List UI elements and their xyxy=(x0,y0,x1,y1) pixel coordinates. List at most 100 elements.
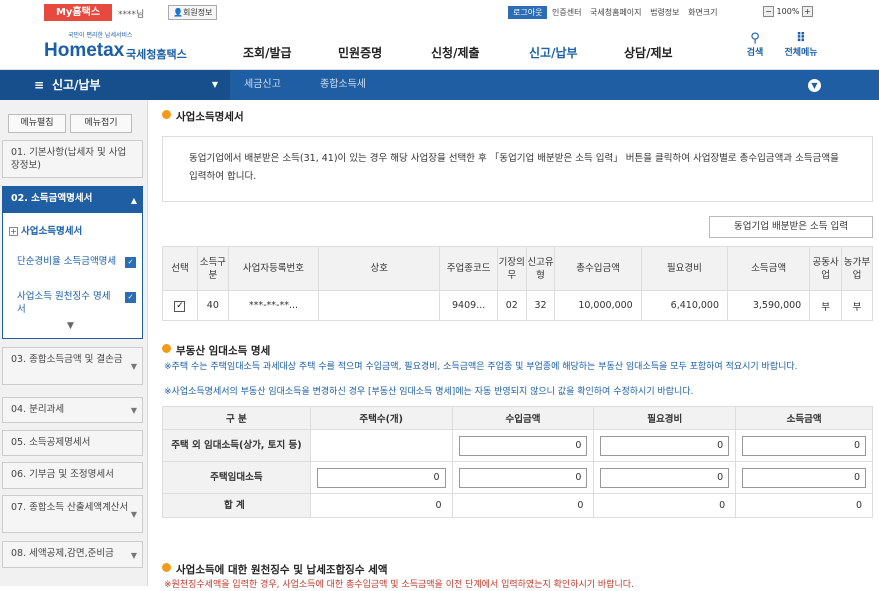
nav-filing[interactable]: 신고/납부 xyxy=(529,44,578,75)
top-links: 인증센터 국세청홈페이지 법령정보 화면크기 xyxy=(552,7,724,18)
col-bizno: 사업자등록번호 xyxy=(227,246,320,291)
joint-cell: 부 xyxy=(809,290,843,321)
sidebar-item-deduction[interactable]: 05. 소득공제명세서 xyxy=(2,430,143,456)
houses-cell xyxy=(309,429,453,462)
col-name: 상호 xyxy=(318,246,441,291)
section-title-business-income: 사업소득명세서 xyxy=(162,109,244,124)
inc-cell: 0 xyxy=(735,461,873,494)
sidebar-item-basic[interactable]: 01. 기본사항(납세자 및 사업장정보) xyxy=(2,140,143,178)
location-bar: ≡ 신고/납부 ▼ 세금신고 종합소득세 ▼ xyxy=(0,70,879,100)
table-row: 주택임대소득 0 0 0 0 xyxy=(162,461,873,494)
search-icon: ⚲ xyxy=(750,31,760,46)
section-title-rental: 부동산 임대소득 명세 xyxy=(162,343,270,358)
note-rental-change: ※사업소득명세서의 부동산 임대소득을 변경하신 경우 [부동산 임대소득 명세… xyxy=(164,387,694,397)
nav-certificate[interactable]: 민원증명 xyxy=(338,44,382,61)
note-house-count: ※주택 수는 주택임대소득 과세대상 주택 수를 적으며 수입금액, 필요경비,… xyxy=(164,362,798,372)
revenue-input[interactable]: 0 xyxy=(458,467,588,488)
total-rev: 0 xyxy=(451,493,595,518)
menu-collapse-button[interactable]: 메뉴접기 xyxy=(70,114,132,133)
zoom-out-button[interactable]: − xyxy=(763,6,774,17)
row-label-housing: 주택임대소득 xyxy=(162,461,311,494)
breadcrumb-tax-filing[interactable]: 세금신고 xyxy=(244,70,281,100)
sidebar-item-income-statement[interactable]: 02. 소득금액명세서 ▲ xyxy=(2,186,143,213)
select-cell: ✓ xyxy=(162,290,198,321)
submenu-simple-expense[interactable]: 단순경비율 소득금액명세 xyxy=(17,255,117,268)
cert-center-link[interactable]: 인증센터 xyxy=(552,8,581,17)
law-info-link[interactable]: 법령정보 xyxy=(650,8,679,17)
col-select: 선택 xyxy=(162,246,198,291)
table-row[interactable]: ✓ 40 ***-**-**... 9409... 02 32 10,000,0… xyxy=(162,290,873,321)
expense-input[interactable]: 0 xyxy=(600,435,730,456)
dropdown-icon: ▼ xyxy=(211,80,218,89)
revenue-cell: 10,000,000 xyxy=(554,290,642,321)
logout-button[interactable]: 로그아웃 xyxy=(508,6,548,19)
sidebar-item-donation[interactable]: 06. 기부금 및 조정명세서 xyxy=(2,462,143,489)
col-inc: 소득금액 xyxy=(735,406,873,430)
col-duty: 기장의무 xyxy=(496,246,527,291)
all-menu-button[interactable]: ⠿ 전체메뉴 xyxy=(781,32,821,58)
nav-consult[interactable]: 상담/제보 xyxy=(624,44,673,61)
zoom-control: − 100% + xyxy=(763,6,813,17)
expense-input[interactable]: 0 xyxy=(600,467,730,488)
col-expense: 필요경비 xyxy=(640,246,729,291)
user-name: ****님 xyxy=(118,10,145,20)
col-joint: 공동사업 xyxy=(809,246,843,291)
breadcrumb-income-tax[interactable]: 종합소득세 xyxy=(320,70,366,100)
sidebar-item-separate-tax[interactable]: 04. 분리과세 ▼ xyxy=(2,397,143,423)
col-houses: 주택수(개) xyxy=(309,406,453,430)
submenu-withholding[interactable]: 사업소득 원천징수 명세서 xyxy=(17,290,117,316)
col-revenue: 총수입금액 xyxy=(554,246,642,291)
income-input[interactable]: 0 xyxy=(742,467,866,488)
exp-cell: 0 xyxy=(593,429,737,462)
zoom-level: 100% xyxy=(776,7,800,16)
col-type: 신고유형 xyxy=(525,246,556,291)
nts-home-link[interactable]: 국세청홈페이지 xyxy=(590,8,642,17)
row-checkbox[interactable]: ✓ xyxy=(174,300,186,312)
user-info-button[interactable]: 👤회원정보 xyxy=(168,5,218,20)
menu-expand-button[interactable]: 메뉴펼침 xyxy=(8,114,66,133)
chevron-down-icon: ▼ xyxy=(130,510,137,519)
table-row: 주택 외 임대소득(상가, 토지 등) 0 0 0 xyxy=(162,429,873,462)
business-income-table: 선택 소득구분 사업자등록번호 상호 주업종코드 기장의무 신고유형 총수입금액… xyxy=(162,246,873,321)
note-withholding: ※원천징수세액을 입력한 경우, 사업소득에 대한 총수입금액 및 소득금액을 … xyxy=(164,580,634,590)
col-industry: 주업종코드 xyxy=(439,246,498,291)
plus-icon: + xyxy=(9,227,18,236)
col-category: 구 분 xyxy=(162,406,311,430)
more-down-icon: ▼ xyxy=(67,321,74,331)
search-button[interactable]: ⚲ 검색 xyxy=(735,32,775,58)
sidebar-item-total-income[interactable]: 03. 종합소득금액 및 결손금 ▼ xyxy=(2,347,143,385)
grid-icon: ⠿ xyxy=(795,31,807,46)
submenu-business-income[interactable]: + 사업소득명세서 xyxy=(9,223,82,237)
location-title[interactable]: ≡ 신고/납부 ▼ xyxy=(0,70,230,100)
revenue-input[interactable]: 0 xyxy=(458,435,588,456)
hometax-logo[interactable]: 국민이 편리한 납세서비스 Hometax 국세청홈택스 xyxy=(40,30,200,66)
chevron-down-icon: ▼ xyxy=(130,550,137,560)
table-row-total: 합 계 0 0 0 0 xyxy=(162,493,873,518)
income-cell: 3,590,000 xyxy=(727,290,811,321)
exp-cell: 0 xyxy=(593,461,737,494)
zoom-in-button[interactable]: + xyxy=(801,6,813,17)
inc-cell: 0 xyxy=(735,429,873,462)
partnership-income-button[interactable]: 동업기업 배분받은 소득 입력 xyxy=(709,216,873,238)
houses-input[interactable]: 0 xyxy=(316,467,446,488)
screen-size-label: 화면크기 xyxy=(688,8,718,17)
row-label-total: 합 계 xyxy=(162,493,311,518)
expand-icon[interactable]: ▼ xyxy=(808,79,821,92)
chevron-down-icon: ▼ xyxy=(130,362,137,371)
submenu: + 사업소득명세서 단순경비율 소득금액명세 ✓ 사업소득 원천징수 명세서 ✓ … xyxy=(2,213,143,339)
total-inc: 0 xyxy=(735,493,873,518)
logo-tagline: 국민이 편리한 납세서비스 xyxy=(68,32,133,39)
farm-cell: 부 xyxy=(841,290,873,321)
header: 국민이 편리한 납세서비스 Hometax 국세청홈택스 조회/발급 민원증명 … xyxy=(0,24,879,75)
check-badge-icon: ✓ xyxy=(125,292,136,303)
duty-cell: 02 xyxy=(496,290,527,321)
sidebar-item-tax-credit[interactable]: 08. 세액공제,감면,준비금 ▼ xyxy=(2,541,143,568)
sidebar-item-tax-calc[interactable]: 07. 종합소득 산출세액계산서 ▼ xyxy=(2,495,143,533)
nav-apply[interactable]: 신청/제출 xyxy=(431,44,480,61)
income-input[interactable]: 0 xyxy=(742,435,866,456)
my-hometax-button[interactable]: My홈택스 xyxy=(44,4,112,21)
section-title-withholding: 사업소득에 대한 원천징수 및 납세조합징수 세액 xyxy=(162,562,387,577)
check-badge-icon: ✓ xyxy=(125,257,136,268)
total-houses: 0 xyxy=(309,493,453,518)
nav-inquiry[interactable]: 조회/발급 xyxy=(243,44,292,61)
